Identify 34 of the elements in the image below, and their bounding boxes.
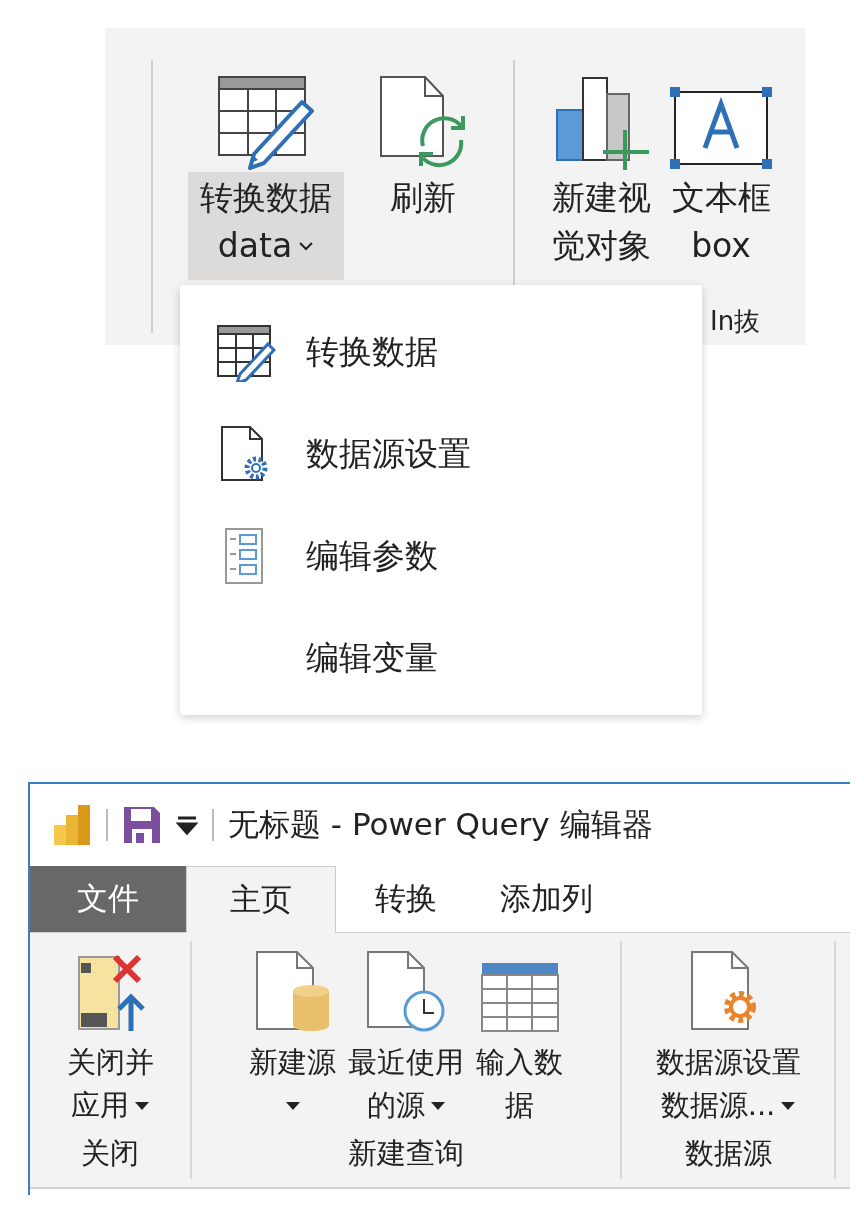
group-label: In抜	[710, 305, 761, 338]
customize-dropdown-icon[interactable]	[176, 814, 198, 836]
bar-chart-logo-icon	[52, 803, 92, 847]
menu-item[interactable]: 编辑参数	[306, 533, 438, 579]
dropdown-arrow-icon	[781, 1101, 796, 1110]
table-pencil-icon	[216, 322, 276, 382]
dropdown-arrow-icon	[431, 1101, 445, 1110]
dropdown-arrow-icon	[135, 1101, 149, 1110]
ribbon-button[interactable]: 刷新	[378, 172, 468, 280]
ribbon-tab[interactable]: 转换	[336, 866, 476, 932]
file-tab[interactable]: 文件	[30, 866, 186, 932]
close-apply-icon	[75, 953, 145, 1033]
bar-chart-add-icon	[553, 74, 649, 170]
ribbon-button[interactable]: 输入数 据	[472, 941, 567, 1127]
ribbon-button[interactable]: 关闭并 应用	[62, 941, 158, 1127]
ribbon-button[interactable]: 数据源设置 数据源...	[651, 941, 805, 1127]
ribbon-tab[interactable]: 添加列	[476, 866, 616, 932]
group-label: 新建查询	[347, 1135, 465, 1172]
window-title: 无标题 - Power Query 编辑器	[228, 805, 653, 844]
table-pencil-icon	[216, 74, 316, 170]
ribbon-button[interactable]: 转换数据 data	[188, 172, 344, 280]
ribbon-button[interactable]: 最近使用 的源	[344, 941, 468, 1127]
table-icon	[479, 961, 560, 1033]
group-label: 数据源	[683, 1135, 773, 1172]
text-box-icon	[669, 86, 773, 170]
menu-item[interactable]: 编辑变量	[306, 635, 438, 681]
menu-item[interactable]: 转换数据	[306, 329, 438, 375]
ribbon-button[interactable]: 新建源	[245, 941, 340, 1127]
chevron-down-icon	[298, 241, 315, 251]
dropdown-arrow-icon	[285, 1101, 300, 1110]
menu-item[interactable]: 数据源设置	[306, 431, 471, 477]
ribbon-tab[interactable]: 主页	[186, 866, 336, 933]
save-icon[interactable]	[122, 805, 162, 845]
group-label: 关闭	[80, 1135, 140, 1172]
